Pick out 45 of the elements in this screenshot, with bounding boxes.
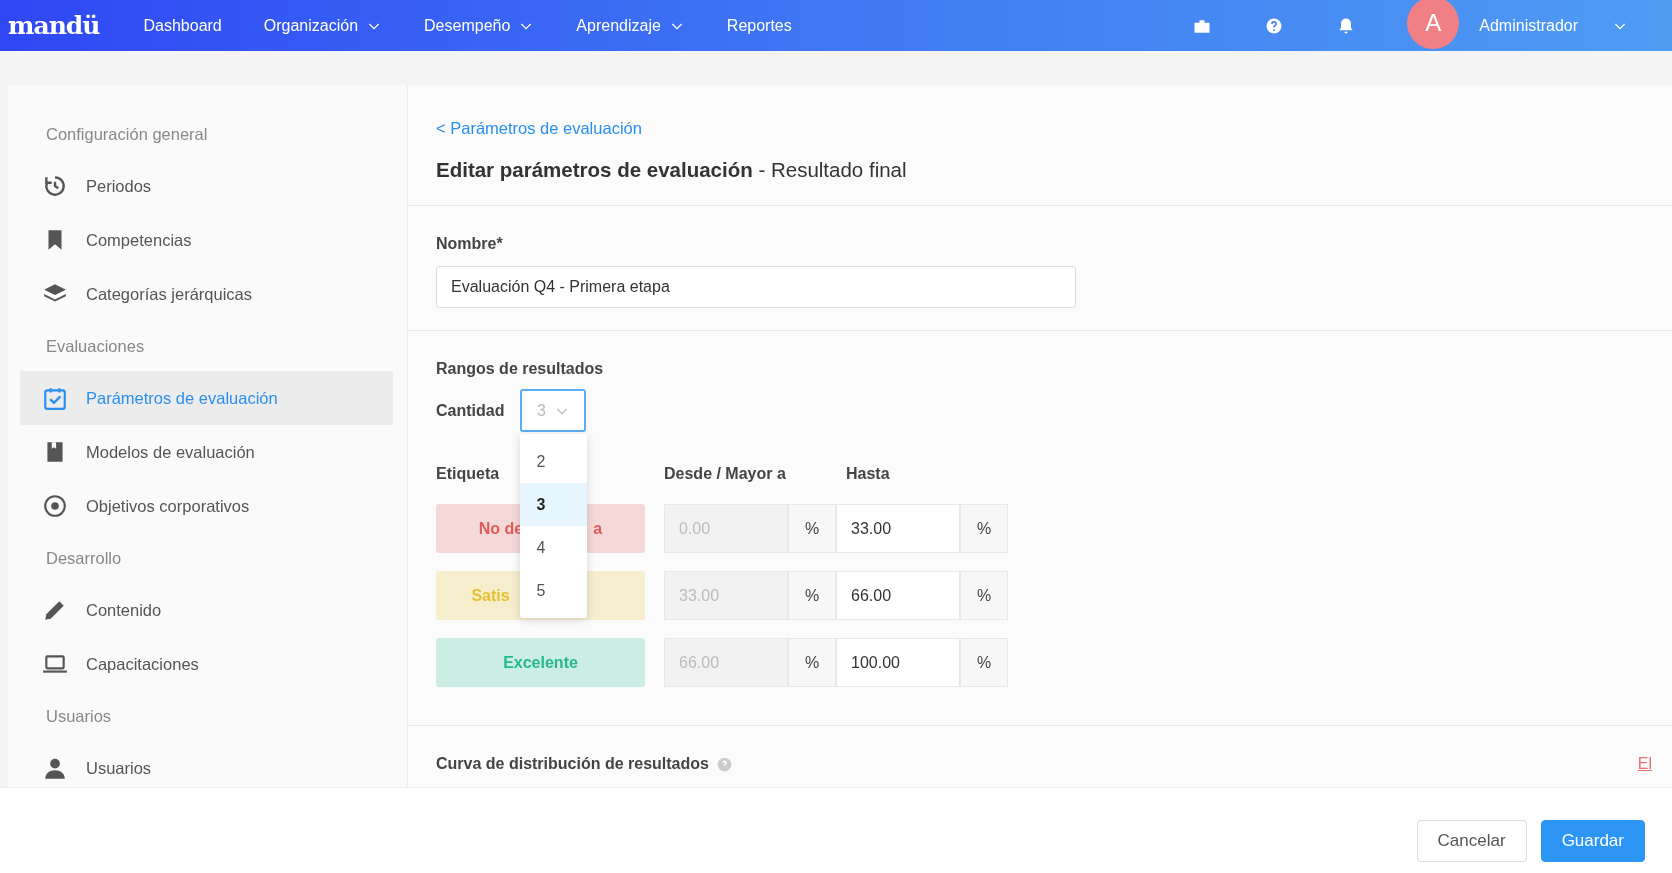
to-field[interactable]: 100.00 (836, 638, 960, 687)
cancel-button[interactable]: Cancelar (1416, 819, 1527, 862)
range-tag: Excelente (436, 638, 645, 687)
target-icon (42, 493, 68, 519)
dropdown-option[interactable]: 4 (520, 526, 588, 569)
name-field[interactable]: Evaluación Q4 - Primera etapa (436, 266, 1076, 308)
section-title: Rangos de resultados (436, 359, 605, 379)
nav-link[interactable]: Organización (263, 13, 383, 38)
logo[interactable]: mandü (8, 6, 100, 45)
unit-label: % (960, 504, 1008, 553)
unit-label: % (788, 638, 836, 687)
sidebar-item[interactable]: Objetivos corporativos (20, 486, 393, 526)
column-header: Hasta (846, 465, 890, 482)
sidebar-item[interactable]: Modelos de evaluación (20, 432, 393, 472)
nav-link[interactable]: Desempeño (424, 13, 535, 38)
nav-link[interactable]: Reportes (726, 13, 792, 38)
nav-link[interactable]: Dashboard (143, 13, 222, 38)
field-label: Cantidad (436, 400, 505, 421)
section-header: Desarrollo (45, 547, 123, 569)
section-header: Evaluaciones (45, 335, 146, 357)
nav-link[interactable]: Aprendizaje (576, 13, 685, 38)
unit-label: % (788, 504, 836, 553)
dropdown-option[interactable]: 3 (520, 483, 588, 526)
unit-label: % (788, 571, 836, 620)
history-icon (42, 173, 68, 199)
sidebar-item[interactable]: Usuarios (20, 748, 393, 788)
dropdown-option[interactable]: 2 (520, 440, 588, 483)
unit-label: % (960, 571, 1008, 620)
dropdown-option[interactable]: 5 (520, 569, 588, 612)
section-header: Usuarios (45, 705, 113, 727)
to-field[interactable]: 66.00 (836, 571, 960, 620)
section-header: Configuración general (45, 123, 209, 145)
sidebar-item[interactable]: Contenido (20, 590, 393, 630)
unit-label: % (960, 638, 1008, 687)
sidebar-item[interactable]: Competencias (20, 220, 393, 260)
column-header: Etiqueta (436, 465, 500, 482)
to-field[interactable]: 33.00 (836, 504, 960, 553)
sidebar-item[interactable]: Categorías jerárquicas (20, 274, 393, 314)
column-header: Desde / Mayor a (664, 465, 786, 482)
calendar-check-icon (42, 385, 68, 411)
sidebar-item[interactable]: Capacitaciones (20, 644, 393, 684)
section-title: Curva de distribución de resultados (436, 754, 709, 774)
sidebar-item[interactable]: Periodos (20, 166, 393, 206)
page-title: Editar parámetros de evaluación - Resultado final (436, 156, 908, 183)
field-label: Nombre* (436, 234, 504, 254)
